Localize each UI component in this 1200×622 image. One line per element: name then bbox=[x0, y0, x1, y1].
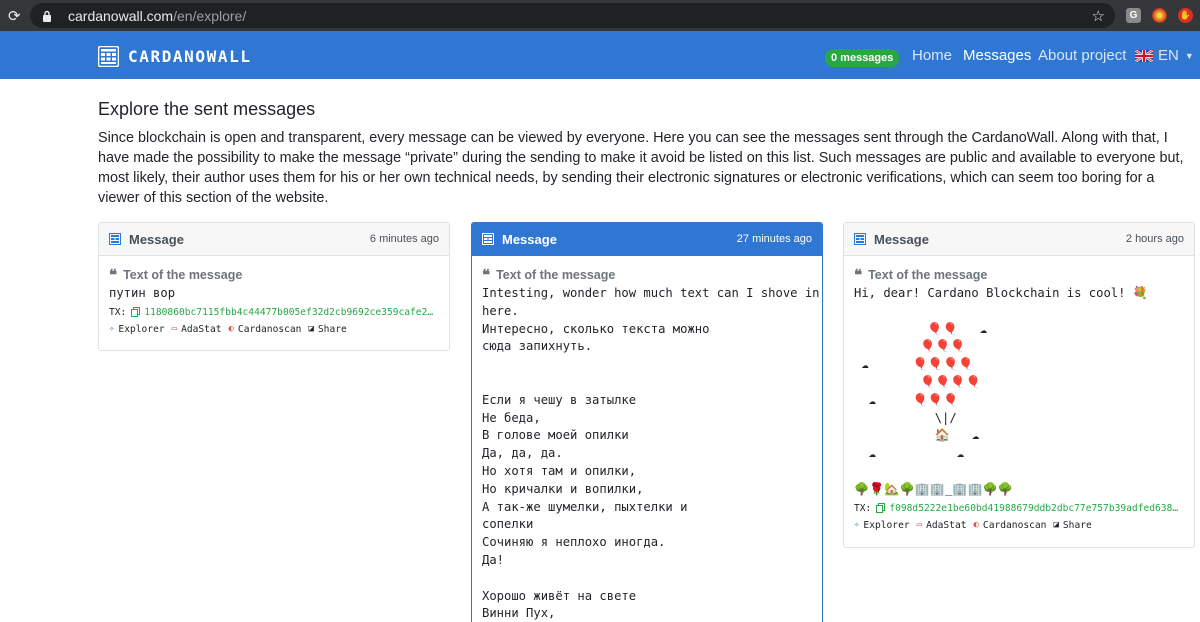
brand-logo-icon bbox=[98, 46, 119, 67]
brand-name: CARDANOWALL bbox=[128, 47, 252, 66]
share-icon: ◪ bbox=[308, 324, 314, 335]
message-label: ❝ Text of the message bbox=[854, 266, 1184, 284]
brand-link[interactable]: CARDANOWALL bbox=[98, 46, 252, 67]
card-header: Message 27 minutes ago bbox=[472, 223, 822, 256]
quote-icon: ❝ bbox=[109, 266, 118, 284]
card-timestamp: 27 minutes ago bbox=[736, 233, 812, 245]
url-path: /en/explore/ bbox=[173, 7, 247, 24]
explorer-link-label: Explorer bbox=[863, 519, 910, 531]
page-title: Explore the sent messages bbox=[98, 99, 316, 119]
explorer-link[interactable]: ✧ Explorer bbox=[854, 520, 910, 531]
nav-about-project[interactable]: About project bbox=[1038, 47, 1126, 64]
card-body: ❝ Text of the message путин вор TX: 11808… bbox=[99, 256, 449, 335]
tx-label: TX: bbox=[854, 502, 872, 514]
quote-icon: ❝ bbox=[482, 266, 491, 284]
adastat-link-label: AdaStat bbox=[926, 519, 967, 531]
card-body: ❝ Text of the message Hi, dear! Cardano B… bbox=[844, 256, 1194, 531]
card-title: Message bbox=[129, 231, 184, 247]
page-intro: Since blockchain is open and transparent… bbox=[98, 130, 1184, 206]
browser-toolbar: ⟳ cardanowall.com/en/explore/ ☆ G ✋ bbox=[0, 0, 1200, 31]
adastat-icon: ▭ bbox=[916, 520, 923, 531]
share-link[interactable]: ◪ Share bbox=[1053, 520, 1091, 531]
message-label: ❝ Text of the message bbox=[482, 266, 812, 284]
message-card: Message 6 minutes ago ❝ Text of the messa… bbox=[98, 222, 450, 351]
adastat-link[interactable]: ▭ AdaStat bbox=[917, 520, 967, 531]
tx-hash-link[interactable]: 1180860bc7115fbb4c44477b005ef32d2cb9692c… bbox=[144, 307, 434, 318]
card-title: Message bbox=[502, 231, 557, 247]
card-title: Message bbox=[874, 231, 929, 247]
explorer-icon: ✧ bbox=[109, 324, 115, 335]
extension-hand-icon[interactable]: ✋ bbox=[1178, 8, 1193, 23]
adastat-icon: ▭ bbox=[171, 324, 178, 335]
reload-icon[interactable]: ⟳ bbox=[8, 8, 24, 24]
tx-label: TX: bbox=[109, 306, 127, 318]
card-header: Message 2 hours ago bbox=[844, 223, 1194, 256]
explorer-link-label: Explorer bbox=[118, 323, 165, 335]
adastat-link[interactable]: ▭ AdaStat bbox=[172, 324, 222, 335]
adastat-link-label: AdaStat bbox=[181, 323, 222, 335]
message-card: Message 2 hours ago ❝ Text of the message… bbox=[843, 222, 1195, 548]
bookmark-star-icon[interactable]: ☆ bbox=[1092, 7, 1105, 25]
extension-chrome-icon[interactable] bbox=[1152, 8, 1167, 23]
uk-flag-icon bbox=[1135, 49, 1153, 62]
tx-row: TX: 1180860bc7115fbb4c44477b005ef32d2cb9… bbox=[109, 307, 439, 318]
address-bar[interactable]: cardanowall.com/en/explore/ ☆ bbox=[30, 3, 1115, 28]
message-label-text: Text of the message bbox=[496, 268, 616, 282]
explorer-link[interactable]: ✧ Explorer bbox=[109, 324, 165, 335]
url-host: cardanowall.com bbox=[68, 7, 174, 24]
wall-icon bbox=[482, 233, 494, 245]
share-link-label: Share bbox=[1062, 519, 1092, 531]
nav-home[interactable]: Home bbox=[912, 47, 952, 64]
card-timestamp: 2 hours ago bbox=[1125, 233, 1184, 245]
caret-down-icon: ▼ bbox=[1184, 50, 1194, 61]
site-navbar: CARDANOWALL 0 messages Home Messages Abo… bbox=[0, 31, 1200, 79]
nav-messages[interactable]: Messages bbox=[963, 47, 1031, 64]
cardanoscan-link[interactable]: ◐ Cardanoscan bbox=[229, 324, 302, 335]
tx-hash-link[interactable]: f098d5222e1be60bd41988679ddb2dbc77e757b3… bbox=[889, 503, 1179, 514]
message-label: ❝ Text of the message bbox=[109, 266, 439, 284]
message-text: Hi, dear! Cardano Blockchain is cool! 💐 … bbox=[854, 286, 1148, 496]
message-text: путин вор bbox=[109, 286, 176, 300]
share-link[interactable]: ◪ Share bbox=[308, 324, 346, 335]
explorer-links: ✧ Explorer ▭ AdaStat ◐ Cardanoscan ◪ Share bbox=[109, 324, 439, 335]
explorer-icon: ✧ bbox=[854, 520, 860, 531]
message-card-selected: Message 27 minutes ago ❝ Text of the mess… bbox=[471, 222, 823, 622]
wall-icon bbox=[109, 233, 121, 245]
explorer-links: ✧ Explorer ▭ AdaStat ◐ Cardanoscan ◪ Share bbox=[854, 520, 1184, 531]
message-text: Intesting, wonder how much text can I sh… bbox=[482, 286, 820, 621]
cardanoscan-link-label: Cardanoscan bbox=[237, 323, 302, 335]
url-text: cardanowall.com/en/explore/ bbox=[68, 8, 246, 24]
share-icon: ◪ bbox=[1053, 520, 1059, 531]
messages-count-badge: 0 messages bbox=[825, 49, 900, 67]
tx-row: TX: f098d5222e1be60bd41988679ddb2dbc77e7… bbox=[854, 503, 1184, 514]
message-label-text: Text of the message bbox=[868, 268, 988, 282]
wall-icon bbox=[854, 233, 866, 245]
quote-icon: ❝ bbox=[854, 266, 863, 284]
cardanoscan-icon: ◐ bbox=[228, 324, 234, 335]
card-timestamp: 6 minutes ago bbox=[369, 233, 439, 245]
extension-g-icon[interactable]: G bbox=[1126, 8, 1141, 23]
cardanoscan-link[interactable]: ◐ Cardanoscan bbox=[974, 520, 1047, 531]
card-body: ❝ Text of the message Intesting, wonder h… bbox=[472, 256, 822, 622]
language-label: EN bbox=[1158, 47, 1179, 64]
copy-icon[interactable] bbox=[131, 307, 141, 318]
cardanoscan-link-label: Cardanoscan bbox=[982, 519, 1047, 531]
message-label-text: Text of the message bbox=[123, 268, 243, 282]
share-link-label: Share bbox=[317, 323, 347, 335]
language-dropdown[interactable]: EN ▼ bbox=[1135, 47, 1194, 64]
copy-icon[interactable] bbox=[876, 503, 886, 514]
cardanoscan-icon: ◐ bbox=[973, 520, 979, 531]
card-header: Message 6 minutes ago bbox=[99, 223, 449, 256]
lock-icon bbox=[42, 10, 56, 22]
